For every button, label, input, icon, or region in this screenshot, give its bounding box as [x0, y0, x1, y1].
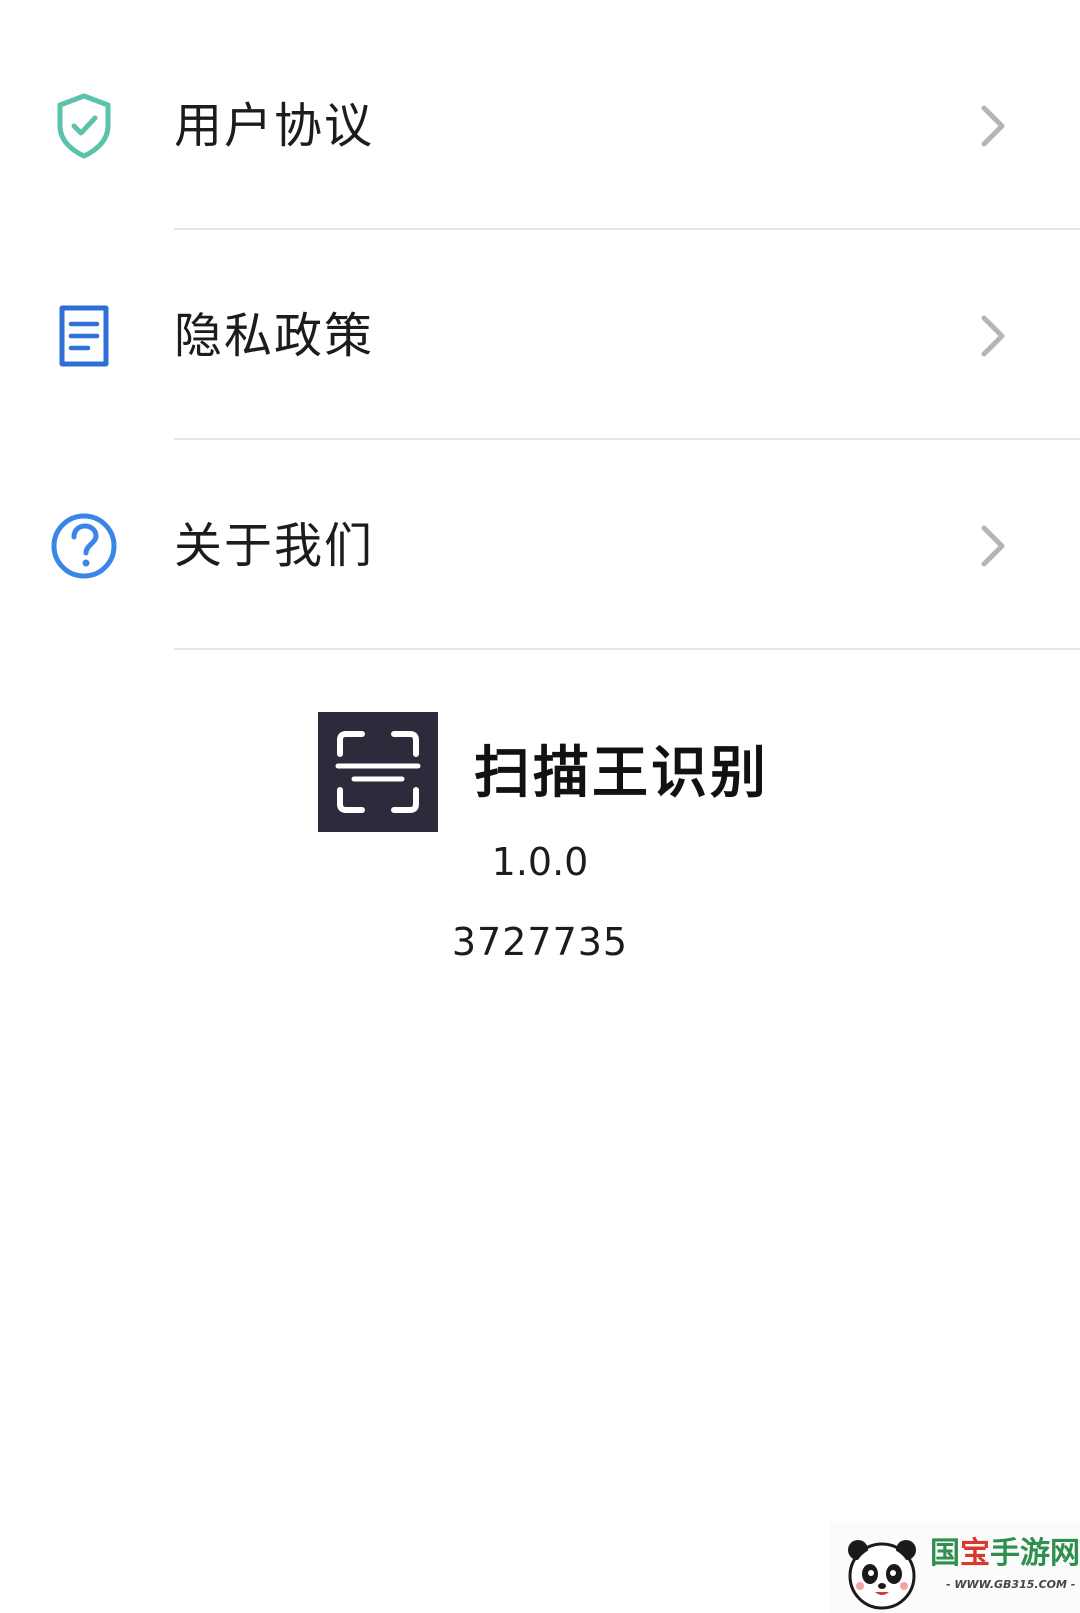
menu-item-privacy-policy[interactable]: 隐私政策 — [0, 230, 1080, 440]
question-circle-icon — [48, 510, 120, 582]
app-build-number: 3727735 — [451, 920, 629, 964]
menu-item-label: 关于我们 — [174, 518, 375, 574]
watermark-brand-part: 国 — [930, 1536, 960, 1571]
watermark-brand-part: 宝 — [960, 1536, 990, 1571]
chevron-right-icon — [976, 522, 1010, 570]
divider — [174, 648, 1080, 650]
app-version: 1.0.0 — [491, 840, 589, 884]
settings-menu: 用户协议 隐私政策 关于我们 — [0, 20, 1080, 650]
watermark-brand-part: 手游网 — [990, 1536, 1080, 1571]
shield-check-icon — [48, 90, 120, 162]
watermark-brand: 国宝手游网 — [930, 1536, 1080, 1572]
chevron-right-icon — [976, 312, 1010, 360]
menu-item-label: 隐私政策 — [174, 308, 375, 364]
app-name: 扫描王识别 — [474, 741, 769, 806]
scan-frame-icon — [318, 712, 438, 832]
menu-item-about-us[interactable]: 关于我们 — [0, 440, 1080, 650]
panda-logo-icon — [842, 1532, 922, 1612]
document-icon — [48, 300, 120, 372]
watermark-url: - WWW.GB315.COM - — [946, 1578, 1076, 1591]
menu-item-label: 用户协议 — [174, 98, 375, 154]
chevron-right-icon — [976, 102, 1010, 150]
watermark: 国宝手游网 - WWW.GB315.COM - — [830, 1522, 1080, 1613]
menu-item-user-agreement[interactable]: 用户协议 — [0, 20, 1080, 230]
